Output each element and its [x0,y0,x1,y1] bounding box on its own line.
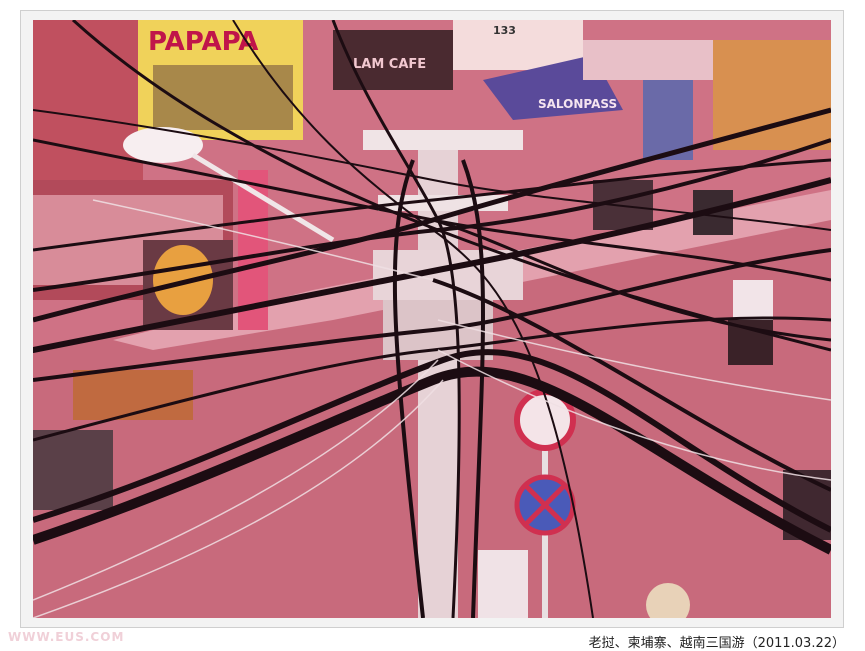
cafe-sign-text: LAM CAFE [353,57,426,72]
watermark-text: WWW.EUS.COM [8,630,125,644]
seated-person [478,550,528,618]
papa-sign-text: PAPAPA [148,27,258,57]
salon-sign-text: SALONPASS [538,97,617,111]
moving-motorbike [728,320,773,365]
street-lamp [123,127,203,163]
building-right [713,40,831,150]
street-photo: PAPAPA LAM CAFE 133 SALONPASS [33,20,831,618]
street-scene: PAPAPA LAM CAFE 133 SALONPASS [33,20,831,618]
photo-caption: 老挝、柬埔寨、越南三国游（2011.03.22） [588,636,845,651]
shop-number-text: 133 [493,24,516,37]
building-left [33,20,143,190]
motorbike-rider [733,280,773,320]
